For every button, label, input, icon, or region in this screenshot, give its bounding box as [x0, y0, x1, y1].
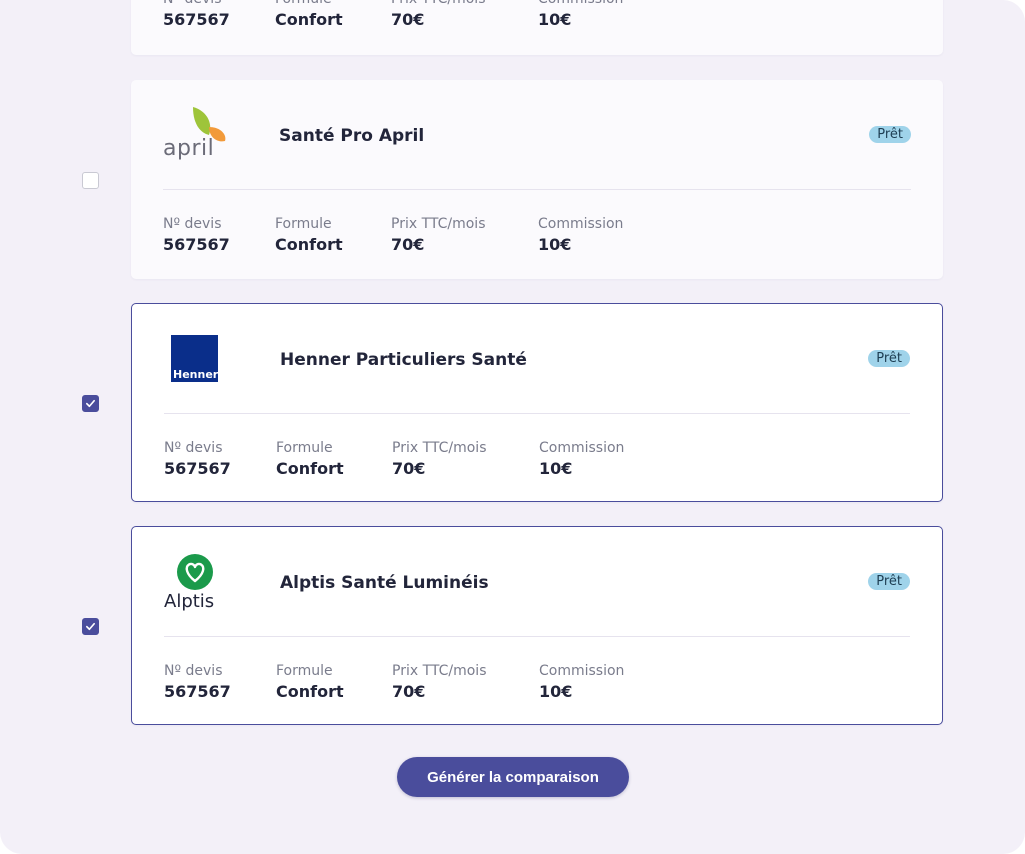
- field-prix: Prix TTC/mois 70€: [391, 0, 486, 31]
- status-badge: Prêt: [868, 350, 910, 367]
- card-header: april Santé Pro April Prêt: [163, 80, 911, 190]
- field-value: 70€: [392, 459, 426, 478]
- field-label: Nº devis: [163, 0, 230, 8]
- field-value: 567567: [163, 235, 230, 254]
- field-value: 70€: [392, 682, 426, 701]
- field-label: Prix TTC/mois: [392, 663, 487, 679]
- card-divider: [163, 189, 911, 190]
- insurer-name: Henner Particuliers Santé: [280, 350, 527, 370]
- alptis-logo: Alptis: [164, 552, 230, 612]
- field-label: Formule: [276, 663, 333, 679]
- april-logo-text: april: [163, 136, 214, 161]
- card-divider: [164, 636, 910, 637]
- select-checkbox-henner[interactable]: [82, 395, 99, 412]
- field-value: Confort: [276, 459, 344, 478]
- field-prix: Prix TTC/mois 70€: [391, 215, 486, 256]
- insurer-name: Alptis Santé Luminéis: [280, 573, 489, 593]
- field-value: 70€: [391, 235, 425, 254]
- field-label: Formule: [276, 440, 333, 456]
- status-badge: Prêt: [869, 126, 911, 143]
- field-value: 567567: [164, 682, 231, 701]
- field-commission: Commission 10€: [539, 662, 624, 703]
- field-label: Commission: [538, 0, 623, 8]
- check-icon: [86, 622, 95, 631]
- field-label: Nº devis: [164, 440, 223, 456]
- field-value: Confort: [276, 682, 344, 701]
- card-header: Alptis Alptis Santé Luminéis Prêt: [164, 527, 910, 637]
- field-commission: Commission 10€: [538, 0, 623, 31]
- status-badge: Prêt: [868, 573, 910, 590]
- quote-card-alptis[interactable]: Alptis Alptis Santé Luminéis Prêt Nº dev…: [131, 526, 943, 725]
- card-header: Henner Henner Particuliers Santé Prêt: [164, 304, 910, 414]
- field-label: Commission: [539, 663, 625, 679]
- field-label: Commission: [539, 440, 625, 456]
- henner-logo: Henner: [164, 329, 230, 389]
- field-commission: Commission 10€: [538, 215, 623, 256]
- select-checkbox-alptis[interactable]: [82, 618, 99, 635]
- card-divider: [164, 413, 910, 414]
- field-value: 10€: [539, 459, 573, 478]
- field-label: Prix TTC/mois: [392, 440, 487, 456]
- check-icon: [86, 399, 95, 408]
- field-devis: Nº devis 567567: [164, 662, 231, 703]
- field-prix: Prix TTC/mois 70€: [392, 662, 487, 703]
- quote-card-henner[interactable]: Henner Henner Particuliers Santé Prêt Nº…: [131, 303, 943, 502]
- field-formule: Formule Confort: [276, 439, 344, 480]
- field-value: 10€: [538, 10, 572, 29]
- april-logo: april: [163, 105, 229, 165]
- field-devis: Nº devis 567567: [164, 439, 231, 480]
- insurer-name: Santé Pro April: [279, 126, 425, 146]
- field-label: Commission: [538, 216, 624, 232]
- field-formule: Formule Confort: [275, 215, 343, 256]
- field-value: Confort: [275, 235, 343, 254]
- field-devis: Nº devis 567567: [163, 0, 230, 31]
- alptis-logo-text: Alptis: [164, 591, 214, 612]
- field-label: Formule: [275, 0, 343, 8]
- henner-logo-text: Henner: [173, 368, 219, 381]
- field-value: 567567: [164, 459, 231, 478]
- field-value: Confort: [275, 10, 343, 29]
- field-label: Formule: [275, 216, 332, 232]
- field-prix: Prix TTC/mois 70€: [392, 439, 487, 480]
- field-label: Prix TTC/mois: [391, 216, 486, 232]
- comparison-panel: Nº devis 567567 Formule Confort Prix TTC…: [0, 0, 1025, 854]
- field-commission: Commission 10€: [539, 439, 624, 480]
- field-value: 567567: [163, 10, 230, 29]
- field-value: 10€: [538, 235, 572, 254]
- generate-comparison-button[interactable]: Générer la comparaison: [397, 757, 629, 797]
- field-value: 70€: [391, 10, 425, 29]
- field-value: 10€: [539, 682, 573, 701]
- field-label: Nº devis: [164, 663, 223, 679]
- field-label: Prix TTC/mois: [391, 0, 486, 8]
- field-formule: Formule Confort: [276, 662, 344, 703]
- field-label: Nº devis: [163, 216, 222, 232]
- quote-card-april[interactable]: april Santé Pro April Prêt Nº devis 5675…: [131, 80, 943, 279]
- field-devis: Nº devis 567567: [163, 215, 230, 256]
- field-formule: Formule Confort: [275, 0, 343, 31]
- quote-card-partial[interactable]: Nº devis 567567 Formule Confort Prix TTC…: [131, 0, 943, 55]
- select-checkbox-april[interactable]: [82, 172, 99, 189]
